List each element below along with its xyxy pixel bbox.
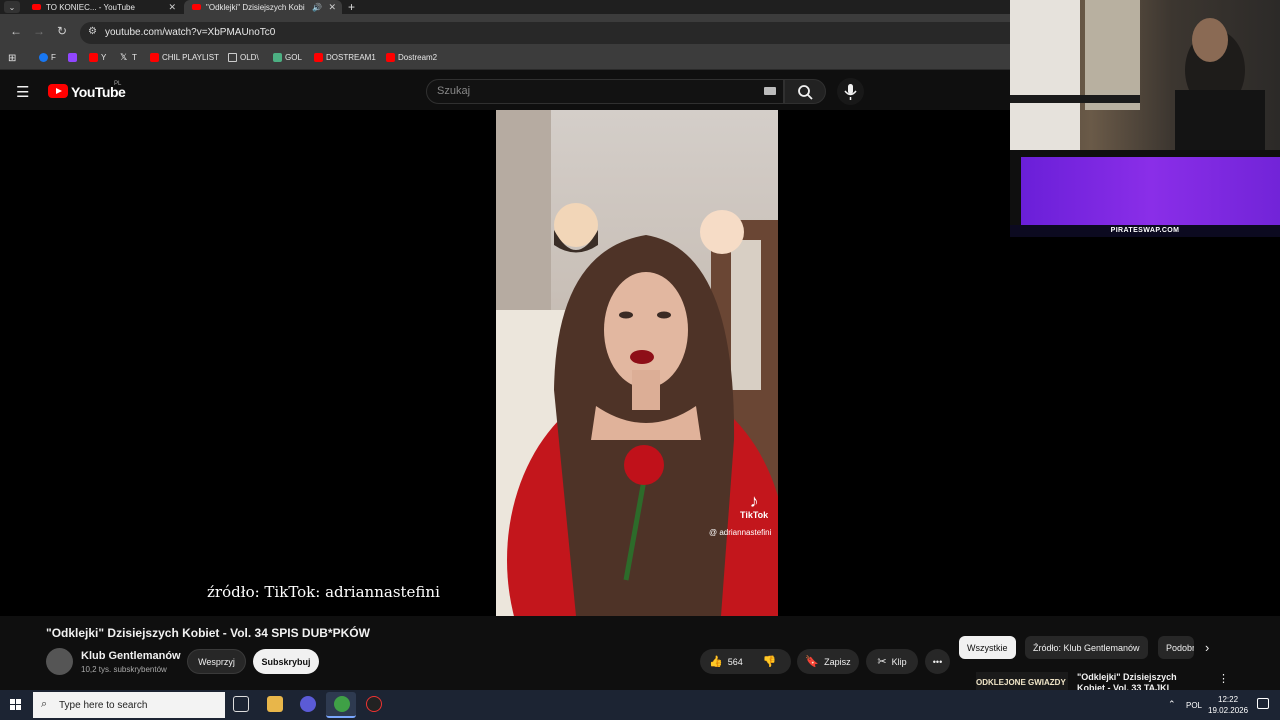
promo-site-label: PIRATESWAP.COM [1010,225,1280,237]
youtube-icon [150,53,159,62]
chip-similar[interactable]: Podobne [1158,636,1194,659]
save-button[interactable]: 🔖 Zapisz [797,649,859,674]
channel-avatar[interactable] [46,648,73,675]
url-text[interactable]: youtube.com/watch?v=XbPMAUnoTc0 [105,27,275,38]
subscriber-count: 10,2 tys. subskrybentów [81,665,167,674]
windows-start-icon[interactable] [10,699,22,711]
channel-name[interactable]: Klub Gentlemanów [81,650,181,662]
like-dislike-group: 👍 564 👎 [700,649,791,674]
bookmark-item[interactable]: F [39,53,56,62]
site-icon [273,53,282,62]
bookmark-item[interactable]: 𝕏T [120,52,137,63]
scissors-icon: ✂ [877,656,887,668]
bookmark-item[interactable]: CHIL PLAYLIST [150,53,219,62]
language-indicator[interactable]: POL [1186,701,1202,710]
more-vert-icon[interactable]: ⋮ [1218,672,1229,685]
close-tab-icon[interactable]: ✕ [328,2,336,13]
browser-tab-1[interactable]: TO KONIEC... - YouTube ✕ [24,0,182,14]
like-count[interactable]: 564 [728,657,743,667]
search-box[interactable] [426,79,784,104]
notification-icon[interactable] [1257,698,1269,709]
tray-chevron-icon[interactable]: ⌃ [1168,699,1176,710]
bookmark-folder[interactable]: OLD\ [228,53,259,62]
clip-button[interactable]: ✂ Klip [866,649,918,674]
tiktok-logo-icon: ♪ [749,491,759,511]
folder-icon [228,53,237,62]
region-code: PL [114,81,122,87]
reload-icon[interactable]: ↻ [57,24,67,38]
video-content-image [496,110,778,616]
x-icon: 𝕏 [120,52,128,62]
bookmark-item[interactable]: Y [89,53,106,62]
tab-title: TO KONIEC... - YouTube [46,2,135,12]
bookmark-item[interactable] [68,53,80,62]
microphone-icon [844,84,857,100]
browser-tab-2[interactable]: "Odklejki" Dzisiejszych Kobi 🔊 ✕ [184,0,342,14]
discord-icon[interactable] [300,696,316,712]
chrome-icon [334,696,350,712]
dislike-icon[interactable]: 👎 [763,655,777,668]
facebook-icon [39,53,48,62]
clock[interactable]: 12:22 19.02.2026 [1208,694,1248,716]
search-button[interactable] [784,79,826,104]
forward-icon[interactable]: → [33,24,45,38]
bookmark-item[interactable]: Dostream2 [386,53,437,62]
youtube-icon [386,53,395,62]
audio-playing-icon[interactable]: 🔊 [312,3,322,12]
subscribe-button[interactable]: Subskrybuj [253,649,319,674]
chip-source[interactable]: Źródło: Klub Gentlemanów [1025,636,1148,659]
right-empty-pane [1010,237,1280,616]
search-icon [798,85,813,100]
bookmark-icon: 🔖 [805,656,820,668]
chip-all[interactable]: Wszystkie [959,636,1016,659]
promo-banner [1021,157,1280,225]
bookmark-item[interactable]: GOL [273,53,302,62]
tab-title: "Odklejki" Dzisiejszych Kobi [206,2,305,12]
more-icon: ••• [932,656,943,667]
hamburger-menu-icon[interactable]: ☰ [16,83,29,101]
join-button[interactable]: Wesprzyj [187,649,246,674]
voice-search-button[interactable] [837,78,864,105]
webcam-image [1010,0,1265,150]
related-video-thumbnail[interactable]: ODKLEJONE GWIAZDY [976,672,1068,692]
more-actions-button[interactable]: ••• [925,649,950,674]
tiktok-username: @ adriannastefini [709,528,772,537]
back-icon[interactable]: ← [10,24,22,38]
video-source-caption: źródło: TikTok: adriannastefini [207,583,440,601]
tiktok-watermark: ♪ TikTok [740,491,769,520]
file-explorer-icon[interactable] [267,696,283,712]
task-view-icon[interactable] [233,696,249,712]
webcam-overlay [1010,0,1280,150]
youtube-favicon-icon [32,4,41,10]
search-icon: ⌕ [41,698,48,710]
new-tab-button[interactable]: + [348,0,355,14]
twitch-icon [68,53,77,62]
youtube-favicon-icon [192,4,201,10]
apps-grid-icon[interactable]: ⊞ [8,53,16,64]
youtube-icon [314,53,323,62]
video-frame[interactable] [496,110,778,616]
youtube-icon [89,53,98,62]
taskbar-search-placeholder[interactable]: Type here to search [59,700,147,711]
youtube-logo-icon[interactable] [48,84,68,98]
bookmark-item[interactable]: DOSTREAM1 [314,53,376,62]
like-icon[interactable]: 👍 [709,655,723,668]
tab-search-button[interactable]: ⌄ [4,1,20,13]
video-title: "Odklejki" Dzisiejszych Kobiet - Vol. 34… [46,626,370,640]
chevron-right-icon[interactable]: › [1205,640,1209,655]
keyboard-icon[interactable] [764,87,776,95]
obs-icon[interactable] [366,696,382,712]
search-input[interactable] [437,85,757,97]
site-info-icon[interactable]: ⚙ [88,26,97,37]
close-tab-icon[interactable]: ✕ [168,2,176,13]
